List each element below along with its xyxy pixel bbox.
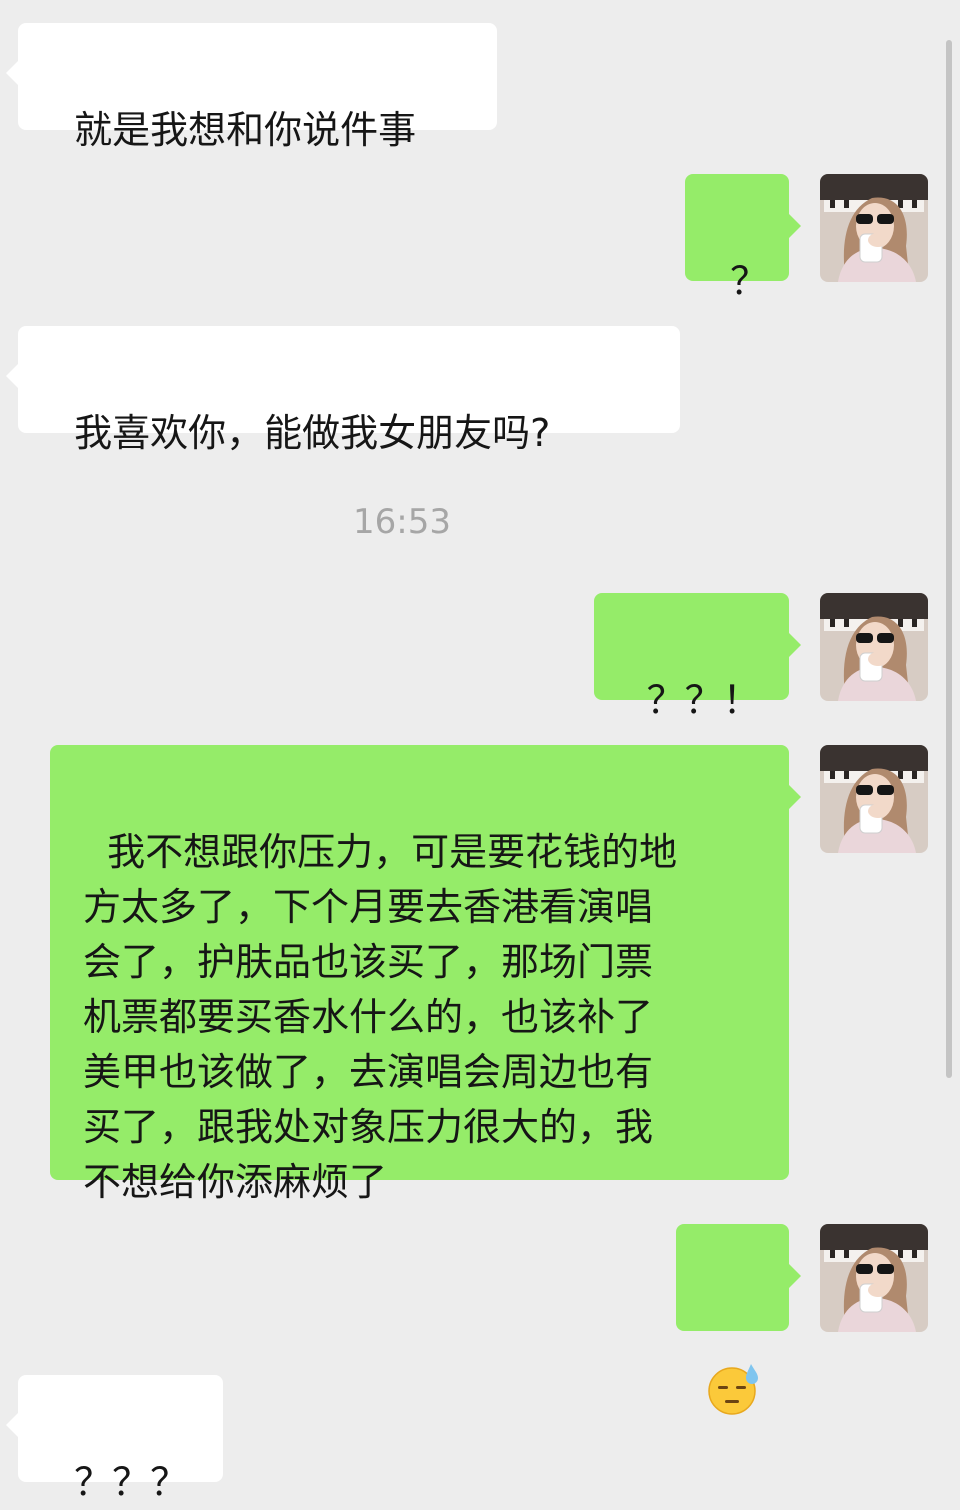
message-bubble-sent[interactable] [676,1224,801,1415]
message-text: 我不想跟你压力，可是要花钱的地 方太多了，下个月要去香港看演唱 会了，护肤品也该… [83,830,678,1204]
avatar[interactable] [820,745,928,853]
avatar[interactable] [820,174,928,282]
user-avatar-image [820,593,928,701]
message-text: ？？？ [74,1460,189,1504]
avatar[interactable] [820,593,928,701]
message-bubble-received[interactable]: 就是我想和你说件事 [6,23,497,152]
sweat-face-emoji-icon [707,1364,758,1415]
user-avatar-image [820,1224,928,1332]
message-text: 我喜欢你，能做我女朋友吗? [74,411,551,455]
scrollbar[interactable] [946,40,952,1078]
message-bubble-sent[interactable]: ？？！ [594,593,801,722]
chat-timestamp: 16:53 [353,502,451,542]
message-text: 就是我想和你说件事 [74,108,417,152]
message-bubble-received[interactable]: 我喜欢你，能做我女朋友吗? [6,326,680,455]
message-bubble-received[interactable]: ？？？ [6,1375,223,1504]
message-bubble-sent[interactable]: ？ [685,174,801,303]
message-text: ？？！ [646,678,761,722]
message-text: ？ [730,259,769,303]
user-avatar-image [820,174,928,282]
avatar[interactable] [820,1224,928,1332]
user-avatar-image [820,745,928,853]
message-bubble-sent[interactable]: 我不想跟你压力，可是要花钱的地 方太多了，下个月要去香港看演唱 会了，护肤品也该… [50,745,801,1204]
